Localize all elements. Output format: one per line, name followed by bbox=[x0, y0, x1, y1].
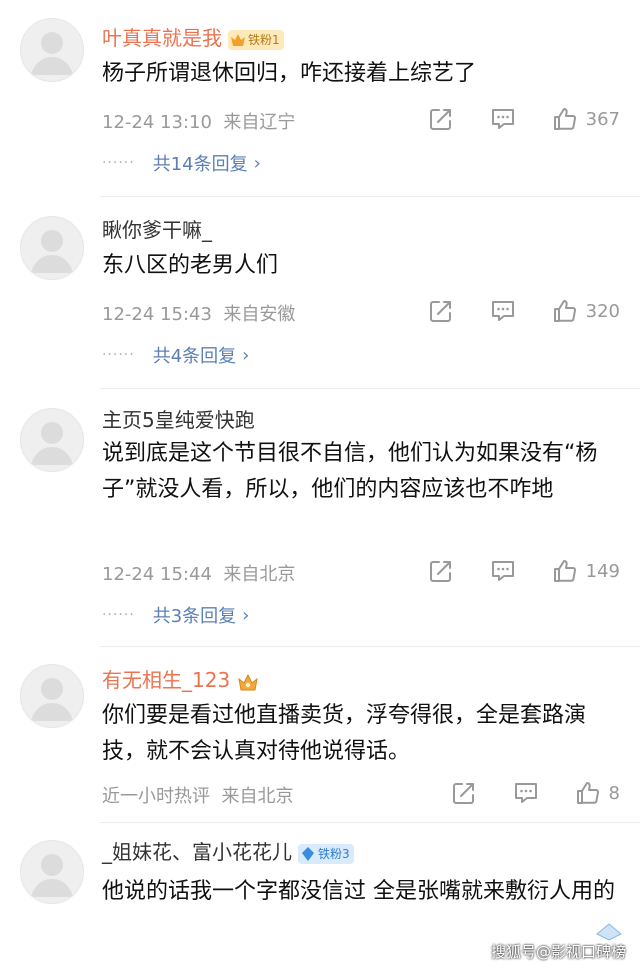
comment-time: 12-24 15:43 bbox=[102, 304, 212, 325]
share-button[interactable] bbox=[428, 558, 454, 584]
avatar[interactable] bbox=[20, 408, 84, 472]
crown-icon bbox=[236, 671, 260, 693]
comment-text: 你们要是看过他直播卖货，浮夸得很，全是套路演技，就不会认真对待他说得话。 bbox=[102, 703, 587, 764]
replies-count: 共14条回复 bbox=[152, 154, 248, 175]
share-button[interactable] bbox=[428, 106, 454, 132]
replies-link[interactable]: ······ 共14条回复 › bbox=[102, 150, 261, 176]
username-text: 有无相生_123 bbox=[102, 668, 231, 692]
comment-location: 来自安徽 bbox=[223, 304, 296, 325]
comment-text: 东八区的老男人们 bbox=[102, 253, 279, 278]
avatar[interactable] bbox=[20, 664, 84, 728]
dots-icon: ······ bbox=[102, 607, 135, 623]
like-button[interactable]: 320 bbox=[552, 298, 620, 324]
dots-icon: ······ bbox=[102, 347, 135, 363]
fan-badge-label: 铁粉1 bbox=[248, 32, 280, 47]
comment-location: 来自北京 bbox=[223, 564, 296, 585]
fan-badge: 铁粉1 bbox=[228, 29, 284, 50]
comment-text: 说到底是这个节目很不自信，他们认为如果没有“杨子”就没人看，所以，他们的内容应该… bbox=[102, 441, 598, 502]
comment-meta: 12-24 15:44 来自北京 bbox=[102, 560, 295, 586]
comment-time: 12-24 15:44 bbox=[102, 564, 212, 585]
diamond-icon bbox=[302, 846, 314, 861]
replies-count: 共4条回复 bbox=[152, 346, 237, 367]
avatar-placeholder-icon bbox=[21, 19, 83, 81]
reply-button[interactable] bbox=[490, 298, 516, 324]
comment-location: 来自北京 bbox=[221, 786, 294, 807]
like-icon bbox=[552, 298, 578, 324]
like-button[interactable]: 8 bbox=[575, 780, 620, 806]
like-count: 320 bbox=[585, 300, 620, 322]
reply-button[interactable] bbox=[513, 780, 539, 806]
comment-meta: 近一小时热评 来自北京 bbox=[102, 782, 293, 808]
like-button[interactable]: 367 bbox=[552, 106, 620, 132]
divider bbox=[100, 646, 640, 647]
username-text: 叶真真就是我 bbox=[102, 26, 222, 50]
crown-icon bbox=[231, 33, 245, 46]
avatar-placeholder-icon bbox=[21, 841, 83, 903]
divider bbox=[100, 822, 640, 823]
avatar[interactable] bbox=[20, 18, 84, 82]
share-icon bbox=[428, 106, 454, 132]
like-count: 149 bbox=[585, 560, 620, 582]
comment-time: 12-24 13:10 bbox=[102, 112, 212, 133]
avatar-placeholder-icon bbox=[21, 217, 83, 279]
like-icon bbox=[552, 106, 578, 132]
username[interactable]: 主页5皇纯爱快跑 bbox=[102, 406, 255, 434]
like-count: 8 bbox=[608, 782, 620, 804]
share-icon bbox=[428, 298, 454, 324]
chevron-right-icon: › bbox=[242, 604, 250, 626]
comment-icon bbox=[513, 780, 539, 806]
share-button[interactable] bbox=[428, 298, 454, 324]
dots-icon: ······ bbox=[102, 155, 135, 171]
comment-icon bbox=[490, 298, 516, 324]
avatar-placeholder-icon bbox=[21, 665, 83, 727]
fan-badge-label: 铁粉3 bbox=[318, 846, 350, 861]
comment-icon bbox=[490, 558, 516, 584]
divider bbox=[100, 196, 640, 197]
avatar[interactable] bbox=[20, 216, 84, 280]
comment-meta: 12-24 13:10 来自辽宁 bbox=[102, 108, 295, 134]
comment-actions: 8 bbox=[415, 780, 620, 806]
like-icon bbox=[575, 780, 601, 806]
comment-actions: 149 bbox=[392, 558, 620, 584]
chevron-right-icon: › bbox=[253, 152, 261, 174]
comment-icon bbox=[490, 106, 516, 132]
fan-badge: 铁粉3 bbox=[298, 843, 354, 864]
comment-location: 来自辽宁 bbox=[223, 112, 296, 133]
like-icon bbox=[552, 558, 578, 584]
username[interactable]: 瞅你爹干嘛_ bbox=[102, 216, 212, 244]
replies-link[interactable]: ······ 共3条回复 › bbox=[102, 602, 249, 628]
comment-time: 近一小时热评 bbox=[102, 786, 210, 807]
comment-actions: 367 bbox=[392, 106, 620, 132]
replies-count: 共3条回复 bbox=[152, 606, 237, 627]
divider bbox=[100, 388, 640, 389]
watermark-logo-icon bbox=[596, 923, 622, 941]
comment-text: 杨子所谓退休回归，咋还接着上综艺了 bbox=[102, 61, 477, 86]
like-button[interactable]: 149 bbox=[552, 558, 620, 584]
reply-button[interactable] bbox=[490, 106, 516, 132]
reply-button[interactable] bbox=[490, 558, 516, 584]
username[interactable]: _姐妹花、富小花花儿 铁粉3 bbox=[102, 838, 354, 866]
share-icon bbox=[451, 780, 477, 806]
like-count: 367 bbox=[585, 108, 620, 130]
comment-text: 他说的话我一个字都没信过 全是张嘴就来敷衍人用的 bbox=[102, 879, 615, 904]
share-button[interactable] bbox=[451, 780, 477, 806]
comment-actions: 320 bbox=[392, 298, 620, 324]
watermark: 搜狐号@影视口碑榜 bbox=[490, 943, 626, 961]
username[interactable]: 有无相生_123 bbox=[102, 666, 260, 694]
avatar[interactable] bbox=[20, 840, 84, 904]
username-text: _姐妹花、富小花花儿 bbox=[102, 840, 292, 864]
share-icon bbox=[428, 558, 454, 584]
replies-link[interactable]: ······ 共4条回复 › bbox=[102, 342, 249, 368]
username[interactable]: 叶真真就是我 铁粉1 bbox=[102, 24, 284, 52]
chevron-right-icon: › bbox=[242, 344, 250, 366]
avatar-placeholder-icon bbox=[21, 409, 83, 471]
comment-meta: 12-24 15:43 来自安徽 bbox=[102, 300, 295, 326]
